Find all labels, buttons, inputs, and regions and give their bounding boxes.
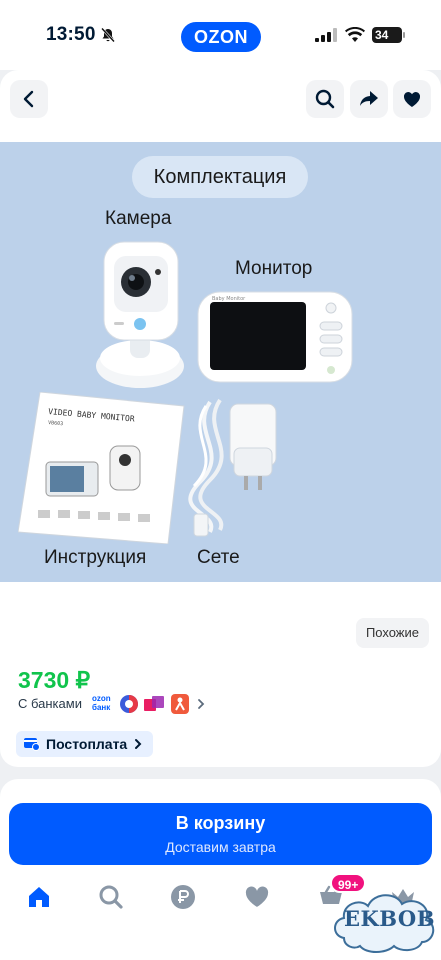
ozon-bank-logo: ozon банк bbox=[92, 694, 114, 714]
watermark-text: EKBOB bbox=[344, 906, 435, 931]
similar-products-button[interactable]: Похожие bbox=[355, 618, 429, 648]
monitor-label: Монитор bbox=[235, 258, 313, 279]
back-button[interactable] bbox=[10, 80, 48, 118]
manual-illustration: VIDEO BABY MONITOR VB603 bbox=[18, 392, 185, 544]
instruction-label: Инструкция bbox=[44, 547, 147, 568]
adapter-label: Сете bbox=[197, 547, 240, 568]
search-icon[interactable] bbox=[98, 884, 124, 910]
camera-label: Камера bbox=[105, 208, 172, 229]
monitor-brand-text: Baby Monitor bbox=[212, 296, 246, 302]
ruble-icon[interactable] bbox=[170, 884, 196, 910]
search-button[interactable] bbox=[306, 80, 344, 118]
share-button[interactable] bbox=[350, 80, 388, 118]
cellular-signal-icon bbox=[315, 28, 337, 42]
camera-illustration bbox=[96, 241, 184, 388]
heart-icon[interactable] bbox=[244, 884, 270, 910]
battery-indicator: 34 bbox=[372, 27, 405, 43]
adapter-illustration bbox=[188, 398, 277, 537]
bell-off-icon bbox=[101, 27, 115, 43]
status-time: 13:50 bbox=[46, 24, 96, 45]
product-header bbox=[0, 70, 441, 130]
search-icon bbox=[315, 89, 335, 109]
share-icon bbox=[360, 91, 378, 106]
chevron-left-icon bbox=[23, 90, 34, 108]
chevron-right-icon bbox=[135, 739, 142, 749]
price-section: 3730 ₽ С банками ozon банк Постоплата bbox=[0, 655, 441, 767]
add-to-cart-label: В корзину bbox=[175, 813, 266, 833]
ozon-logo: OZON bbox=[181, 22, 261, 52]
price-value: 3730 ₽ bbox=[18, 667, 91, 693]
add-to-cart-button[interactable]: В корзину Доставим завтра bbox=[9, 803, 432, 865]
delivery-label: Доставим завтра bbox=[165, 839, 276, 855]
postpay-label: Постоплата bbox=[46, 736, 128, 752]
watermark-badge: EKBOB bbox=[330, 886, 438, 958]
bank-logos[interactable]: ozon банк bbox=[92, 693, 208, 715]
home-icon[interactable] bbox=[26, 884, 52, 910]
chevron-right-icon bbox=[198, 699, 205, 709]
card-clock-icon bbox=[24, 738, 40, 751]
image-tag: Комплектация bbox=[132, 156, 308, 198]
postpay-button[interactable]: Постоплата bbox=[16, 731, 154, 757]
status-bar: 13:50 OZON 34 bbox=[0, 0, 441, 70]
bank-logo-red-icon bbox=[171, 694, 189, 714]
heart-icon bbox=[403, 92, 421, 107]
banks-label: С банками bbox=[18, 696, 82, 711]
bank-logo-pink-icon bbox=[144, 696, 164, 711]
product-image[interactable]: Комплектация Камера Монитор Инструкция С… bbox=[0, 142, 441, 582]
bank-logo-sbp-icon bbox=[120, 695, 138, 713]
monitor-illustration: Baby Monitor bbox=[197, 291, 353, 383]
product-gallery: Комплектация Камера Монитор Инструкция С… bbox=[0, 130, 441, 655]
favorite-button[interactable] bbox=[393, 80, 431, 118]
wifi-icon bbox=[345, 27, 365, 42]
